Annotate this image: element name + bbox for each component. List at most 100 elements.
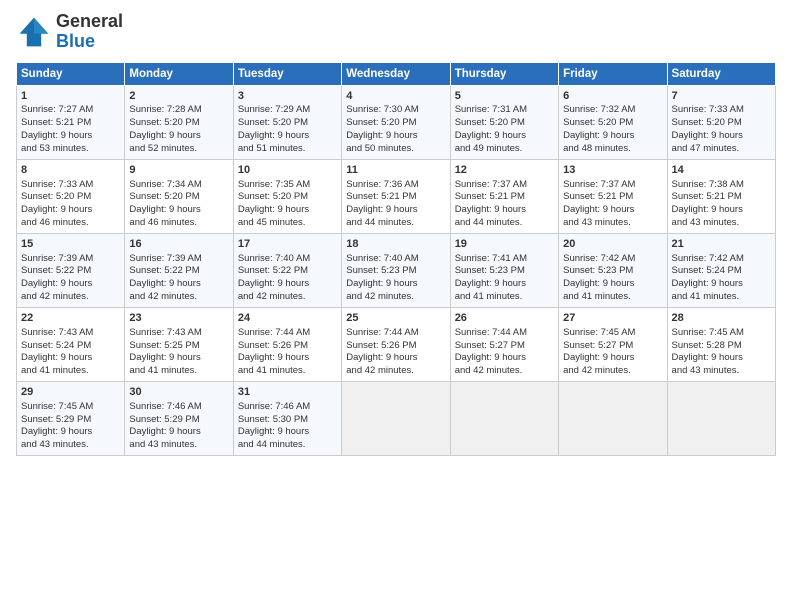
cell-week4-day5: 26Sunrise: 7:44 AMSunset: 5:27 PMDayligh… xyxy=(450,307,558,381)
day-info-line: Sunset: 5:22 PM xyxy=(129,265,228,278)
day-info-line: Sunrise: 7:35 AM xyxy=(238,179,337,192)
col-header-friday: Friday xyxy=(559,62,667,85)
cell-week5-day6 xyxy=(559,381,667,455)
day-info-line: and 42 minutes. xyxy=(346,365,445,378)
cell-week3-day4: 18Sunrise: 7:40 AMSunset: 5:23 PMDayligh… xyxy=(342,233,450,307)
day-info-line: Sunset: 5:20 PM xyxy=(129,117,228,130)
day-info-line: Sunset: 5:20 PM xyxy=(455,117,554,130)
header-row: SundayMondayTuesdayWednesdayThursdayFrid… xyxy=(17,62,776,85)
day-info-line: Daylight: 9 hours xyxy=(129,130,228,143)
cell-week3-day5: 19Sunrise: 7:41 AMSunset: 5:23 PMDayligh… xyxy=(450,233,558,307)
week-row-4: 22Sunrise: 7:43 AMSunset: 5:24 PMDayligh… xyxy=(17,307,776,381)
day-number: 24 xyxy=(238,311,337,326)
day-number: 30 xyxy=(129,385,228,400)
day-number: 16 xyxy=(129,237,228,252)
day-info-line: Sunrise: 7:46 AM xyxy=(129,401,228,414)
day-info-line: Sunset: 5:23 PM xyxy=(455,265,554,278)
day-number: 26 xyxy=(455,311,554,326)
day-info-line: Sunset: 5:20 PM xyxy=(563,117,662,130)
day-info-line: Sunset: 5:29 PM xyxy=(129,414,228,427)
day-info-line: Daylight: 9 hours xyxy=(129,204,228,217)
day-number: 20 xyxy=(563,237,662,252)
cell-week3-day3: 17Sunrise: 7:40 AMSunset: 5:22 PMDayligh… xyxy=(233,233,341,307)
day-info-line: Sunset: 5:24 PM xyxy=(21,340,120,353)
day-info-line: Sunset: 5:27 PM xyxy=(455,340,554,353)
day-info-line: Sunrise: 7:33 AM xyxy=(672,104,771,117)
day-info-line: and 42 minutes. xyxy=(346,291,445,304)
day-info-line: Daylight: 9 hours xyxy=(563,278,662,291)
cell-week1-day1: 1Sunrise: 7:27 AMSunset: 5:21 PMDaylight… xyxy=(17,85,125,159)
cell-week4-day6: 27Sunrise: 7:45 AMSunset: 5:27 PMDayligh… xyxy=(559,307,667,381)
day-info-line: Daylight: 9 hours xyxy=(21,352,120,365)
day-number: 10 xyxy=(238,163,337,178)
day-info-line: Sunrise: 7:43 AM xyxy=(129,327,228,340)
day-number: 7 xyxy=(672,89,771,104)
day-info-line: Daylight: 9 hours xyxy=(238,278,337,291)
day-number: 3 xyxy=(238,89,337,104)
day-info-line: Daylight: 9 hours xyxy=(346,130,445,143)
cell-week5-day3: 31Sunrise: 7:46 AMSunset: 5:30 PMDayligh… xyxy=(233,381,341,455)
cell-week2-day5: 12Sunrise: 7:37 AMSunset: 5:21 PMDayligh… xyxy=(450,159,558,233)
week-row-5: 29Sunrise: 7:45 AMSunset: 5:29 PMDayligh… xyxy=(17,381,776,455)
day-info-line: Sunrise: 7:46 AM xyxy=(238,401,337,414)
day-info-line: Sunrise: 7:39 AM xyxy=(129,253,228,266)
day-info-line: and 50 minutes. xyxy=(346,143,445,156)
day-info-line: Sunrise: 7:44 AM xyxy=(238,327,337,340)
day-info-line: and 43 minutes. xyxy=(672,365,771,378)
day-info-line: Daylight: 9 hours xyxy=(455,352,554,365)
day-info-line: and 48 minutes. xyxy=(563,143,662,156)
cell-week5-day7 xyxy=(667,381,775,455)
day-number: 25 xyxy=(346,311,445,326)
day-info-line: Sunrise: 7:31 AM xyxy=(455,104,554,117)
day-info-line: Daylight: 9 hours xyxy=(672,352,771,365)
cell-week4-day2: 23Sunrise: 7:43 AMSunset: 5:25 PMDayligh… xyxy=(125,307,233,381)
logo-icon xyxy=(16,14,52,50)
day-number: 22 xyxy=(21,311,120,326)
day-info-line: Sunrise: 7:39 AM xyxy=(21,253,120,266)
cell-week1-day6: 6Sunrise: 7:32 AMSunset: 5:20 PMDaylight… xyxy=(559,85,667,159)
day-number: 21 xyxy=(672,237,771,252)
cell-week4-day1: 22Sunrise: 7:43 AMSunset: 5:24 PMDayligh… xyxy=(17,307,125,381)
logo: General Blue xyxy=(16,12,123,52)
day-info-line: Sunset: 5:30 PM xyxy=(238,414,337,427)
day-info-line: Sunset: 5:20 PM xyxy=(672,117,771,130)
cell-week3-day6: 20Sunrise: 7:42 AMSunset: 5:23 PMDayligh… xyxy=(559,233,667,307)
cell-week3-day7: 21Sunrise: 7:42 AMSunset: 5:24 PMDayligh… xyxy=(667,233,775,307)
day-info-line: Daylight: 9 hours xyxy=(129,352,228,365)
day-number: 29 xyxy=(21,385,120,400)
day-info-line: Daylight: 9 hours xyxy=(21,204,120,217)
day-info-line: Daylight: 9 hours xyxy=(346,204,445,217)
cell-week2-day6: 13Sunrise: 7:37 AMSunset: 5:21 PMDayligh… xyxy=(559,159,667,233)
day-info-line: and 53 minutes. xyxy=(21,143,120,156)
day-info-line: Sunrise: 7:38 AM xyxy=(672,179,771,192)
day-info-line: and 42 minutes. xyxy=(563,365,662,378)
day-info-line: Sunset: 5:23 PM xyxy=(563,265,662,278)
day-info-line: and 41 minutes. xyxy=(129,365,228,378)
day-info-line: and 46 minutes. xyxy=(21,217,120,230)
day-info-line: and 49 minutes. xyxy=(455,143,554,156)
col-header-saturday: Saturday xyxy=(667,62,775,85)
cell-week4-day3: 24Sunrise: 7:44 AMSunset: 5:26 PMDayligh… xyxy=(233,307,341,381)
day-info-line: and 44 minutes. xyxy=(346,217,445,230)
day-info-line: Sunset: 5:21 PM xyxy=(346,191,445,204)
day-info-line: Sunrise: 7:44 AM xyxy=(346,327,445,340)
col-header-sunday: Sunday xyxy=(17,62,125,85)
day-info-line: Sunset: 5:21 PM xyxy=(672,191,771,204)
day-info-line: Sunrise: 7:37 AM xyxy=(563,179,662,192)
day-info-line: Daylight: 9 hours xyxy=(563,130,662,143)
col-header-thursday: Thursday xyxy=(450,62,558,85)
week-row-1: 1Sunrise: 7:27 AMSunset: 5:21 PMDaylight… xyxy=(17,85,776,159)
day-number: 31 xyxy=(238,385,337,400)
day-info-line: Sunset: 5:20 PM xyxy=(21,191,120,204)
day-info-line: Sunset: 5:26 PM xyxy=(238,340,337,353)
day-info-line: and 42 minutes. xyxy=(129,291,228,304)
col-header-tuesday: Tuesday xyxy=(233,62,341,85)
day-info-line: Daylight: 9 hours xyxy=(238,352,337,365)
day-number: 28 xyxy=(672,311,771,326)
page: General Blue SundayMondayTuesdayWednesda… xyxy=(0,0,792,612)
day-info-line: Sunset: 5:28 PM xyxy=(672,340,771,353)
cell-week1-day5: 5Sunrise: 7:31 AMSunset: 5:20 PMDaylight… xyxy=(450,85,558,159)
day-info-line: and 41 minutes. xyxy=(21,365,120,378)
day-info-line: Sunrise: 7:41 AM xyxy=(455,253,554,266)
day-info-line: Sunrise: 7:32 AM xyxy=(563,104,662,117)
